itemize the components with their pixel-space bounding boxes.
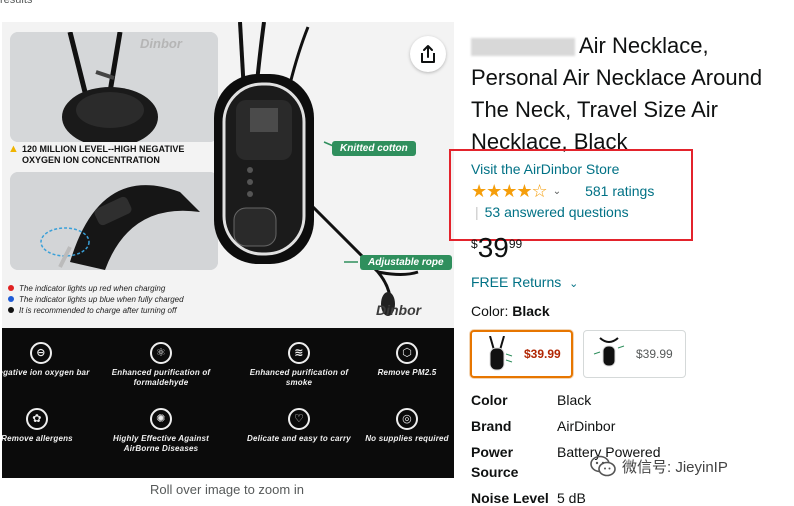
feature-smoke: ≋ Enhanced purification of smoke	[244, 342, 354, 388]
color-selection-label: Color: Black	[471, 303, 550, 319]
molecule-icon: ⚛	[150, 342, 172, 364]
free-returns-label: FREE Returns	[471, 274, 562, 290]
brand-watermark-bottom: Dinbor	[376, 302, 422, 318]
image-inset-bottom	[10, 172, 218, 270]
swatch-price: $39.99	[636, 347, 673, 361]
price-currency: $	[471, 237, 478, 251]
feature-portable: ♡ Delicate and easy to carry	[244, 408, 354, 444]
legend-item-blue: The indicator lights up blue when fully …	[8, 294, 184, 305]
legend-item-red: The indicator lights up red when chargin…	[8, 283, 184, 294]
blue-dot-icon	[8, 296, 14, 302]
price-whole: 39	[477, 232, 509, 263]
spec-row: Brand AirDinbor	[471, 416, 791, 442]
feature-label: Remove allergens	[2, 434, 73, 443]
feature-pm25: ⬡ Remove PM2.5	[352, 342, 454, 378]
black-dot-icon	[8, 307, 14, 313]
image-top-section: Dinbor ▲ 120 MILLION LEVEL--HIGH NEGATIV…	[2, 22, 454, 328]
necklace-icon: ♡	[288, 408, 310, 430]
swatch-price: $39.99	[524, 347, 561, 361]
warning-icon: ▲	[8, 143, 19, 155]
brand-watermark-top: Dinbor	[140, 36, 182, 51]
feature-label: Highly Effective Against AirBorne Diseas…	[113, 434, 209, 453]
ion-icon: ⊖	[30, 342, 52, 364]
color-swatch[interactable]: $39.99	[583, 330, 686, 378]
knitted-cotton-tag: Knitted cotton	[332, 141, 416, 156]
share-button[interactable]	[410, 36, 446, 72]
price-fraction: 99	[508, 237, 523, 251]
virus-icon: ✺	[150, 408, 172, 430]
color-value: Black	[512, 303, 550, 319]
highlight-annotation-box	[449, 149, 693, 241]
spec-key: Power Source	[471, 444, 519, 480]
color-label: Color:	[471, 303, 509, 319]
feature-no-supplies: ◎ No supplies required	[352, 408, 454, 444]
legend-text-blue: The indicator lights up blue when fully …	[19, 295, 184, 304]
swatch-thumbnail	[489, 336, 513, 371]
feature-label: Enhanced purification of smoke	[249, 368, 349, 387]
wechat-icon	[590, 455, 616, 477]
legend-text-black: It is recommended to charge after turnin…	[19, 306, 177, 315]
color-swatch-selected[interactable]: $39.99	[470, 330, 573, 378]
spec-row: Color Black	[471, 390, 791, 416]
feature-label: Enhanced purification of formaldehyde	[111, 368, 211, 387]
ion-callout: ▲ 120 MILLION LEVEL--HIGH NEGATIVE OXYGE…	[8, 144, 213, 166]
zoom-hint: Roll over image to zoom in	[150, 482, 304, 497]
free-returns-link[interactable]: FREE Returns ⌄	[471, 274, 578, 290]
spec-value: Black	[557, 392, 592, 408]
indicator-legend: The indicator lights up red when chargin…	[8, 283, 184, 316]
spec-key: Brand	[471, 418, 512, 434]
product-main-image[interactable]: Dinbor ▲ 120 MILLION LEVEL--HIGH NEGATIV…	[2, 22, 454, 478]
ion-callout-text: 120 MILLION LEVEL--HIGH NEGATIVE OXYGEN …	[22, 144, 185, 165]
legend-text-red: The indicator lights up red when chargin…	[19, 284, 166, 293]
feature-label: Remove PM2.5	[377, 368, 437, 377]
product-title: Air Necklace, Personal Air Necklace Arou…	[471, 30, 794, 158]
feature-negative-ion: ⊖ Negative ion oxygen bar	[2, 342, 96, 378]
product-specs-table: Color Black Brand AirDinbor Power Source…	[471, 390, 791, 506]
spec-row: Noise Level 5 dB	[471, 488, 791, 506]
spec-key: Noise Level	[471, 490, 549, 506]
watermark-text: 微信号: JieyinIP	[622, 458, 728, 476]
feature-formaldehyde: ⚛ Enhanced purification of formaldehyde	[106, 342, 216, 388]
charging-port-illustration	[10, 172, 218, 270]
red-dot-icon	[8, 285, 14, 291]
spec-value: 5 dB	[557, 490, 586, 506]
pm25-icon: ⬡	[396, 342, 418, 364]
spec-value: AirDinbor	[557, 418, 616, 434]
price: $ 39 99	[471, 233, 522, 263]
results-count-text: results	[0, 0, 33, 6]
legend-item-black: It is recommended to charge after turnin…	[8, 305, 184, 316]
share-icon	[421, 45, 435, 63]
adjustable-rope-tag: Adjustable rope	[360, 255, 452, 270]
chevron-down-icon: ⌄	[569, 278, 579, 290]
feature-grid: ⊖ Negative ion oxygen bar ⚛ Enhanced pur…	[2, 328, 454, 478]
swatch-thumbnail	[593, 337, 625, 367]
feature-label: Delicate and easy to carry	[247, 434, 351, 443]
device-closeup-illustration	[10, 32, 218, 142]
allergen-icon: ✿	[26, 408, 48, 430]
feature-allergens: ✿ Remove allergens	[2, 408, 92, 444]
feature-label: Negative ion oxygen bar	[2, 368, 90, 377]
feature-airborne: ✺ Highly Effective Against AirBorne Dise…	[102, 408, 220, 454]
no-supplies-icon: ◎	[396, 408, 418, 430]
feature-label: No supplies required	[365, 434, 449, 443]
cigarette-icon: ≋	[288, 342, 310, 364]
redacted-brand	[471, 38, 575, 57]
wechat-watermark: 微信号: JieyinIP	[590, 455, 728, 477]
image-inset-top	[10, 32, 218, 142]
spec-key: Color	[471, 392, 508, 408]
